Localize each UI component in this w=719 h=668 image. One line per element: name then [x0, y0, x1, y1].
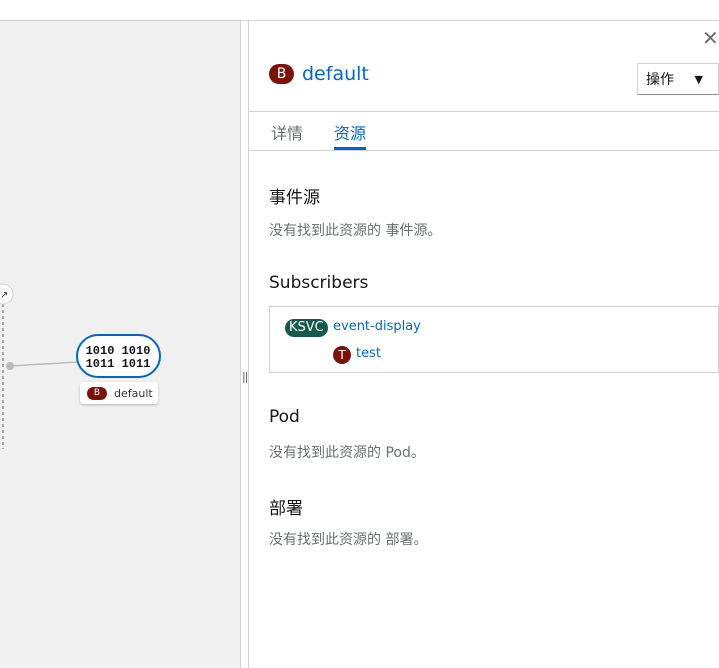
panel-header: B default: [269, 63, 369, 85]
connector-dot: [6, 362, 14, 370]
actions-label: 操作: [646, 72, 674, 88]
tab-details[interactable]: 详情: [271, 120, 303, 144]
topology-canvas[interactable]: ↗ 1010 1010 1011 1011 B default: [0, 21, 240, 668]
trigger-link[interactable]: test: [356, 346, 381, 361]
section-heading-deployments: 部署: [269, 499, 303, 519]
topology-graph: ↗ 1010 1010 1011 1011: [0, 283, 161, 449]
tab-resources[interactable]: 资源: [334, 120, 366, 144]
broker-badge: B: [269, 64, 294, 84]
section-heading-subscribers: Subscribers: [269, 273, 369, 293]
svg-text:1010 1010: 1010 1010: [86, 344, 151, 358]
section-heading-pods: Pod: [269, 407, 300, 427]
resize-grip-icon[interactable]: ||: [242, 370, 249, 383]
deployments-empty-text: 没有找到此资源的 部署。: [269, 532, 428, 548]
connector-edge: [9, 361, 79, 367]
node-label-text: default: [114, 386, 153, 400]
node-label[interactable]: B default: [80, 382, 158, 404]
subscriber-service-link[interactable]: event-display: [333, 319, 421, 334]
panel-title[interactable]: default: [302, 63, 369, 85]
top-bar: [0, 0, 719, 21]
svg-text:1011 1011: 1011 1011: [86, 357, 151, 371]
ksvc-badge: KSVC: [285, 319, 328, 337]
panel-resizer[interactable]: ||: [240, 21, 249, 668]
side-panel: ✕ B default 操作 ▼ 详情 资源 事件源 没有找到此资源的 事件源。…: [249, 21, 719, 668]
event-sources-empty-text: 没有找到此资源的 事件源。: [269, 223, 442, 239]
close-icon[interactable]: ✕: [702, 26, 719, 50]
subscribers-list: KSVC event-display T test: [269, 306, 719, 373]
active-tab-indicator: [334, 147, 366, 150]
caret-down-icon: ▼: [694, 73, 703, 86]
pods-empty-text: 没有找到此资源的 Pod。: [269, 445, 425, 461]
actions-dropdown[interactable]: 操作 ▼: [637, 63, 719, 95]
trigger-badge: T: [333, 346, 351, 364]
broker-badge: B: [87, 386, 107, 400]
section-heading-event-sources: 事件源: [269, 188, 320, 208]
svg-text:↗: ↗: [0, 290, 8, 301]
tab-bar: 详情 资源: [249, 111, 719, 151]
